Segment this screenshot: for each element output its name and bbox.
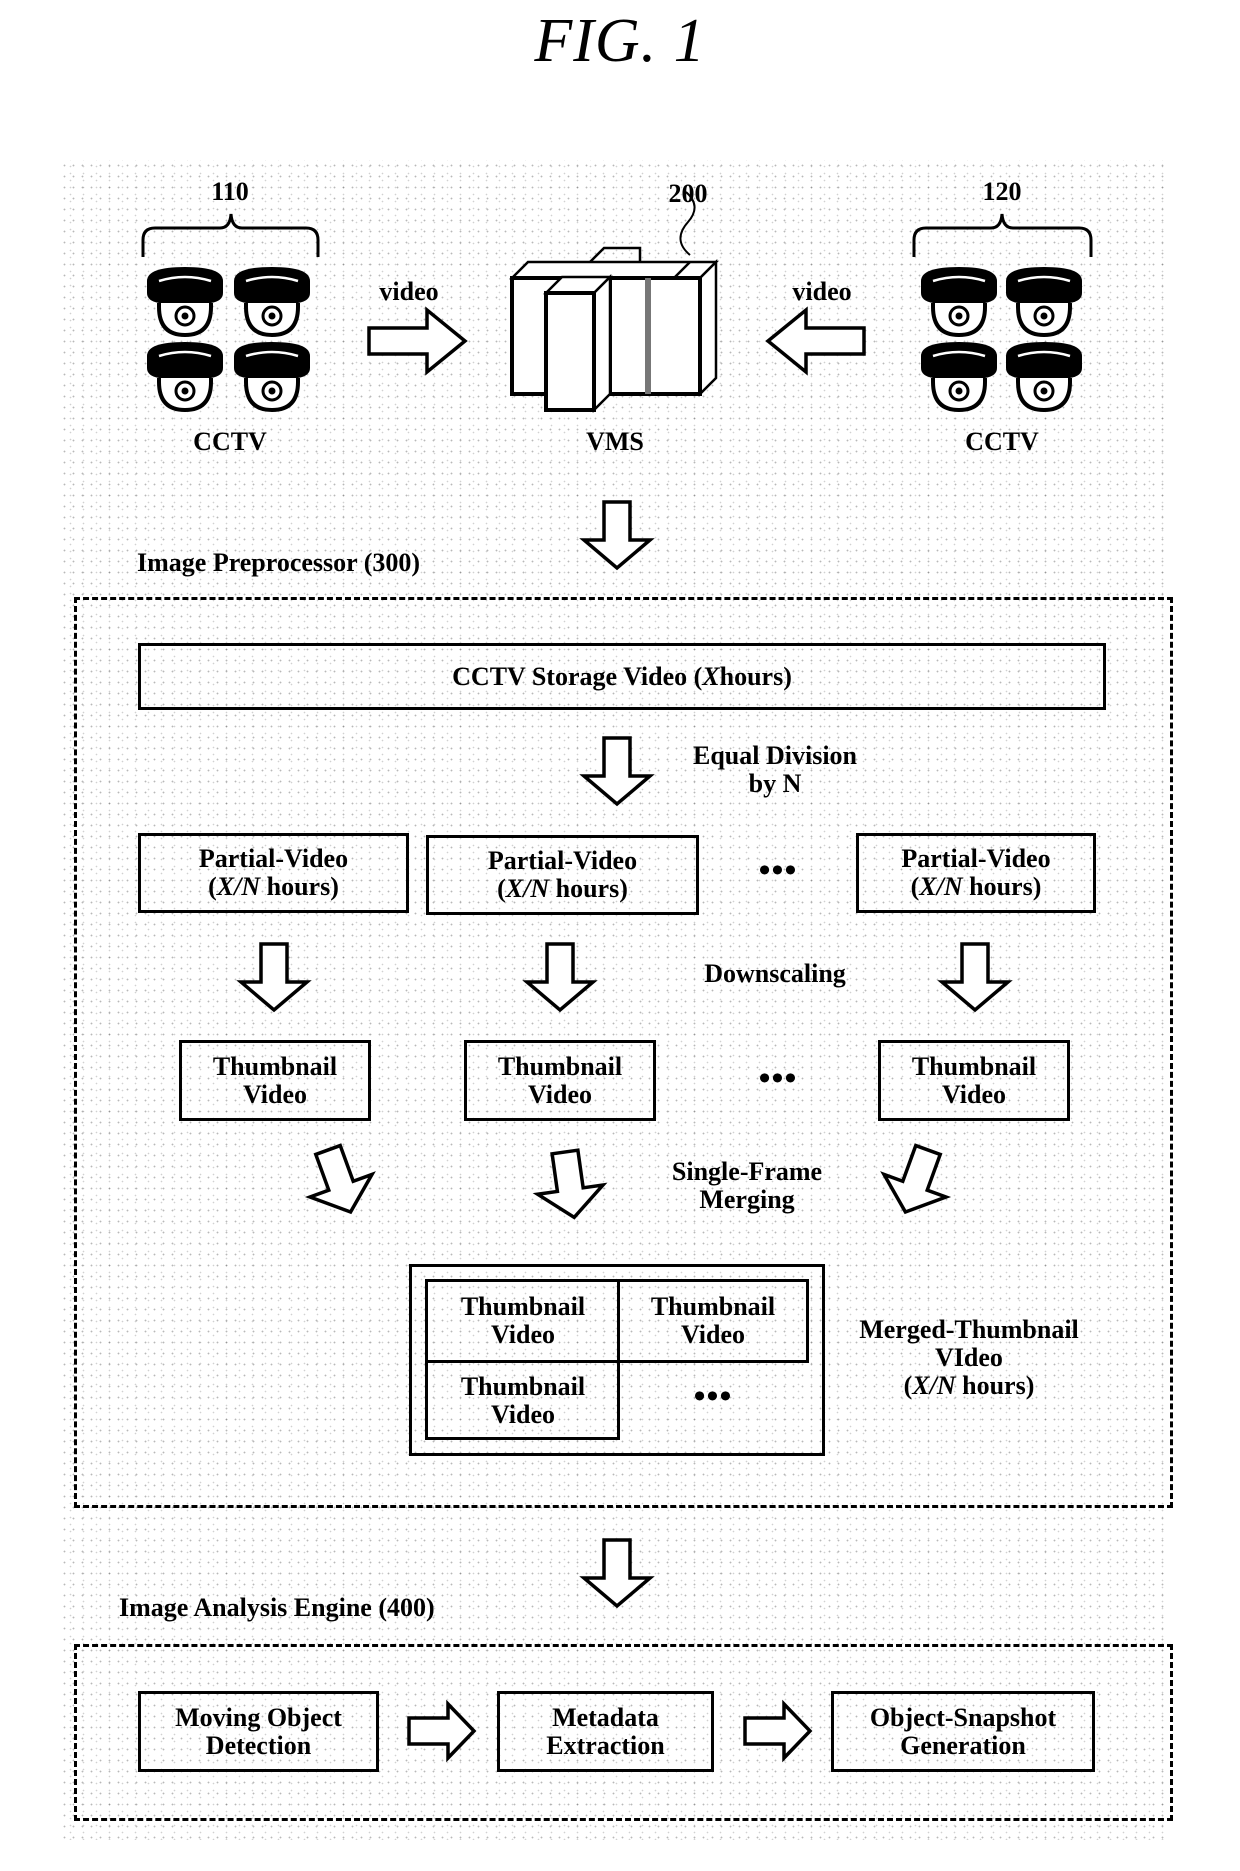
partial-video-box: Partial-Video (X/N hours)	[426, 835, 699, 915]
merged-thumbnail-label: Merged-Thumbnail VIdeo (X/N hours)	[859, 1316, 1079, 1400]
cctv-right-label: CCTV	[965, 427, 1039, 456]
storage-var: X	[702, 661, 720, 691]
merged-cell-line1: Thumbnail	[460, 1292, 586, 1321]
thumbnail-line2: Video	[527, 1079, 593, 1109]
thumbnail-line2: Video	[941, 1079, 1007, 1109]
merged-label-line1: Merged-Thumbnail	[859, 1315, 1079, 1344]
ellipsis: •••	[758, 852, 798, 889]
merged-cell-line1: Thumbnail	[460, 1372, 586, 1401]
merged-label-suffix: hours)	[955, 1371, 1035, 1400]
thumbnail-line1: Thumbnail	[911, 1051, 1037, 1081]
figure-title: FIG. 1	[534, 7, 706, 75]
merging-label: Single-Frame Merging	[672, 1158, 822, 1214]
thumbnail-video-box: Thumbnail Video	[878, 1040, 1070, 1121]
vms-ref: 200	[668, 179, 708, 208]
merged-cell-line2: Video	[490, 1400, 556, 1429]
equal-division-line1: Equal Division	[692, 741, 858, 770]
storage-suffix: hours)	[719, 661, 792, 691]
merged-cell-line1: Thumbnail	[650, 1292, 776, 1321]
partial-video-box: Partial-Video (X/N hours)	[856, 833, 1096, 913]
merged-cell-line2: Video	[680, 1320, 746, 1349]
merged-cell: Thumbnail Video	[428, 1363, 618, 1439]
partial-video-duration: (X/N hours)	[497, 874, 628, 903]
merged-label-var: X/N	[912, 1371, 956, 1400]
vms-label: VMS	[586, 427, 644, 456]
merged-cell: Thumbnail Video	[428, 1282, 618, 1360]
merged-label-line2: VIdeo	[935, 1343, 1003, 1372]
equal-division-line2: by N	[748, 769, 802, 798]
video-label-right: video	[792, 277, 852, 306]
partial-video-duration: (X/N hours)	[208, 872, 339, 901]
merged-cell: Thumbnail Video	[620, 1282, 806, 1360]
analysis-step-box: Moving Object Detection	[138, 1691, 379, 1772]
partial-video-box: Partial-Video (X/N hours)	[138, 833, 409, 913]
thumbnail-video-box: Thumbnail Video	[179, 1040, 371, 1121]
analysis-title: Image Analysis Engine (400)	[119, 1593, 435, 1622]
partial-suffix: hours)	[962, 872, 1042, 901]
partial-video-duration: (X/N hours)	[910, 872, 1042, 901]
analysis-step-line2: Extraction	[546, 1730, 665, 1760]
analysis-step-line1: Metadata	[552, 1702, 659, 1732]
preprocessor-title: Image Preprocessor (300)	[137, 548, 421, 577]
analysis-step-line1: Object-Snapshot	[869, 1702, 1057, 1732]
thumbnail-video-box: Thumbnail Video	[464, 1040, 656, 1121]
cctv-left-label: CCTV	[193, 427, 267, 456]
cctv-right-ref: 120	[982, 177, 1022, 206]
thumbnail-line1: Thumbnail	[497, 1051, 623, 1081]
analysis-step-line2: Generation	[900, 1730, 1026, 1760]
ellipsis: •••	[758, 1060, 798, 1097]
partial-var: X/N	[505, 874, 550, 903]
cctv-left-ref: 110	[211, 177, 249, 206]
storage-video-box: CCTV Storage Video (X hours)	[138, 643, 1106, 710]
storage-prefix: CCTV Storage Video (	[452, 661, 703, 691]
partial-var: X/N	[216, 872, 261, 901]
ellipsis: •••	[693, 1378, 733, 1415]
thumbnail-line2: Video	[242, 1079, 308, 1109]
merging-line1: Single-Frame	[671, 1157, 823, 1186]
equal-division-label: Equal Division by N	[693, 742, 857, 798]
video-label-left: video	[379, 277, 439, 306]
partial-video-title: Partial-Video	[901, 844, 1051, 873]
merging-line2: Merging	[699, 1185, 795, 1214]
downscaling-label: Downscaling	[704, 959, 846, 988]
analysis-step-line2: Detection	[205, 1730, 312, 1760]
thumbnail-line1: Thumbnail	[212, 1051, 338, 1081]
analysis-step-box: Metadata Extraction	[497, 1691, 714, 1772]
merged-cell-line2: Video	[490, 1320, 556, 1349]
analysis-step-box: Object-Snapshot Generation	[831, 1691, 1095, 1772]
analysis-step-line1: Moving Object	[175, 1702, 342, 1732]
partial-suffix: hours)	[549, 874, 628, 903]
merged-label-duration: (X/N hours)	[903, 1371, 1035, 1400]
partial-var: X/N	[919, 872, 963, 901]
partial-video-title: Partial-Video	[487, 846, 638, 875]
partial-suffix: hours)	[260, 872, 339, 901]
partial-video-title: Partial-Video	[198, 844, 349, 873]
